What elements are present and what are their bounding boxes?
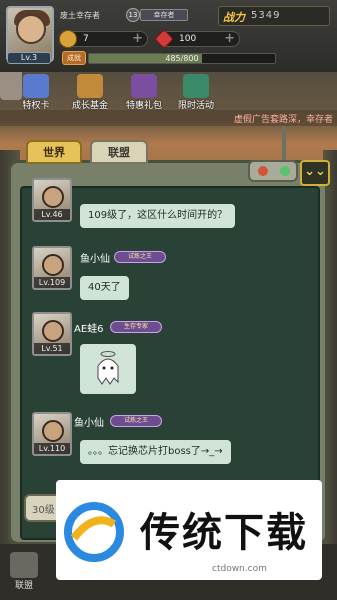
- gold-coin-icon: [59, 30, 77, 48]
- gold-resource: 7 +: [59, 30, 148, 48]
- antenna: [282, 126, 286, 160]
- nav-label: 联盟: [14, 581, 33, 591]
- player-level: Lv.3: [7, 52, 51, 64]
- exp-bar: 485/800: [88, 53, 276, 64]
- nav-item-alliance[interactable]: 联盟: [4, 548, 44, 596]
- title-badge: 试炼之王: [114, 251, 166, 263]
- sender-level: Lv.51: [34, 343, 70, 354]
- sender-level: Lv.109: [34, 277, 70, 288]
- gem-resource: 100 +: [154, 29, 240, 49]
- sender-name: 鱼小仙: [80, 254, 110, 265]
- sender-name: AE蛙6: [74, 324, 104, 335]
- menu-item-limited-event[interactable]: 限时活动: [170, 72, 222, 112]
- sender-avatar[interactable]: Lv.109: [32, 246, 72, 290]
- power-display: 战力 5349: [218, 6, 330, 26]
- menu-item-growth-fund[interactable]: 成长基金: [64, 72, 116, 112]
- add-gem-button[interactable]: +: [224, 32, 235, 46]
- sender-level: Lv.46: [34, 209, 70, 220]
- chevron-down-icon: ⌄⌄: [304, 164, 326, 179]
- message-bubble: 109级了，这区什么时间开的？: [80, 204, 236, 228]
- alliance-icon: [10, 552, 38, 578]
- power-value: 5349: [251, 10, 281, 21]
- gold-value: 7: [83, 34, 89, 44]
- menu-item-gift-pack[interactable]: 特惠礼包: [118, 72, 170, 112]
- feature-menu: 特权卡 成长基金 特惠礼包 限时活动: [0, 72, 337, 112]
- rank-badge: 13: [126, 8, 140, 22]
- top-status-bar: Lv.3 废土幸存者 13 幸存者 战力 5349 7 + 100 + 成就 4…: [0, 0, 337, 72]
- add-gold-button[interactable]: +: [132, 32, 143, 46]
- sticker-bubble: [80, 344, 136, 394]
- promo-text: 虚假广告套路深，幸存者: [233, 115, 333, 125]
- limited-event-icon: [183, 74, 209, 98]
- gem-value: 100: [179, 34, 197, 44]
- watermark-title: 传统下载: [140, 510, 308, 556]
- achievement-tag[interactable]: 成就: [62, 51, 86, 65]
- signal-lights: [248, 160, 298, 182]
- green-light-icon: [280, 166, 290, 176]
- growth-fund-icon: [77, 74, 103, 98]
- download-logo-icon: [64, 502, 124, 562]
- sender-avatar[interactable]: Lv.110: [32, 412, 72, 456]
- red-light-icon: [258, 166, 268, 176]
- sender-avatar[interactable]: Lv.46: [32, 178, 72, 222]
- message-bubble: 。。。忘记换芯片打boss了→_→: [80, 440, 231, 464]
- watermark-url: ctdown.com: [212, 564, 267, 574]
- collapse-chat-button[interactable]: ⌄⌄: [300, 160, 330, 186]
- message-bubble: 40天了: [80, 276, 129, 300]
- rank-title: 幸存者: [140, 9, 188, 21]
- power-label: 战力: [223, 11, 245, 24]
- tab-alliance[interactable]: 联盟: [90, 140, 148, 164]
- watermark-overlay: 传统下载 ctdown.com: [56, 480, 322, 580]
- red-gem-icon: [154, 29, 174, 49]
- title-badge: 生存专家: [110, 321, 162, 333]
- privilege-card-icon: [23, 74, 49, 98]
- gift-pack-icon: [131, 74, 157, 98]
- title-badge: 试炼之王: [110, 415, 162, 427]
- player-name: 废土幸存者: [60, 11, 100, 20]
- sender-name: 鱼小仙: [74, 418, 104, 429]
- tab-world[interactable]: 世界: [26, 140, 82, 164]
- chat-input-placeholder: 30级: [32, 505, 55, 516]
- sender-avatar[interactable]: Lv.51: [32, 312, 72, 356]
- menu-item-privilege-card[interactable]: 特权卡: [10, 72, 62, 112]
- ghost-sticker-icon: [97, 351, 119, 385]
- exp-text: 485/800: [165, 54, 199, 63]
- sender-level: Lv.110: [34, 443, 70, 454]
